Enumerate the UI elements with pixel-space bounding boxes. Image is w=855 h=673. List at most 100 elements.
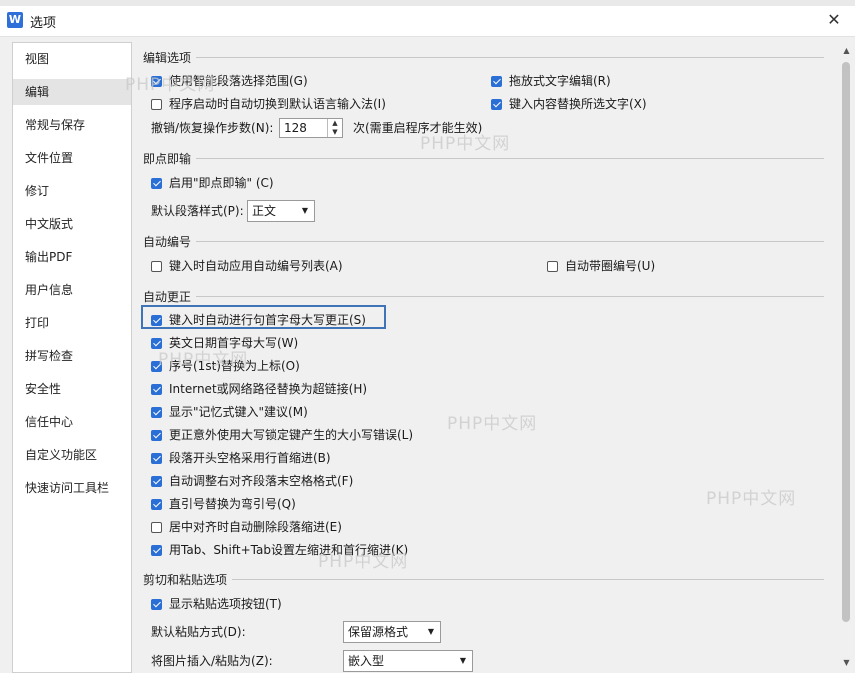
option-label: 显示粘贴选项按钮(T) <box>169 597 282 611</box>
sidebar-item-quick-access-toolbar[interactable]: 快速访问工具栏 <box>13 475 131 501</box>
default-paragraph-style-select[interactable]: 正文 ▼ <box>247 200 315 222</box>
spinner-up-icon[interactable]: ▲ <box>327 119 342 128</box>
checkbox-unchecked[interactable] <box>151 98 162 110</box>
section-divider <box>196 158 824 159</box>
sidebar-item-chinese-layout[interactable]: 中文版式 <box>13 211 131 237</box>
sidebar-item-revision[interactable]: 修订 <box>13 178 131 204</box>
sidebar-item-customize-ribbon[interactable]: 自定义功能区 <box>13 442 131 468</box>
option-smart-paragraph[interactable]: 使用智能段落选择范围(G) <box>151 72 308 90</box>
spinner-down-icon[interactable]: ▼ <box>327 128 342 137</box>
scrollbar-thumb[interactable] <box>842 62 850 622</box>
sidebar-item-trust-center[interactable]: 信任中心 <box>13 409 131 435</box>
autocorrect-option[interactable]: 段落开头空格采用行首缩进(B) <box>151 449 331 467</box>
option-label: 自动带圈编号(U) <box>565 259 656 273</box>
checkbox-unchecked[interactable] <box>151 260 162 272</box>
watermark: PHP中文网 <box>706 489 797 509</box>
section-title-auto-numbering: 自动编号 <box>143 235 192 249</box>
section-divider <box>196 57 824 58</box>
option-label: 序号(1st)替换为上标(O) <box>169 359 300 373</box>
scroll-up-icon[interactable]: ▲ <box>838 42 855 59</box>
select-value: 保留源格式 <box>348 625 409 639</box>
section-title-click-and-type: 即点即输 <box>143 152 192 166</box>
default-paste-select[interactable]: 保留源格式 ▼ <box>343 621 441 643</box>
option-label: 英文日期首字母大写(W) <box>169 336 299 350</box>
scroll-down-icon[interactable]: ▼ <box>838 654 855 671</box>
sidebar-item-view[interactable]: 视图 <box>13 46 131 72</box>
window-title: 选项 <box>30 16 57 31</box>
autocorrect-option[interactable]: Internet或网络路径替换为超链接(H) <box>151 380 367 398</box>
undo-steps-spinner[interactable]: 128 ▲ ▼ <box>279 118 343 138</box>
highlight-annotation-box <box>141 305 386 329</box>
autocorrect-option[interactable]: 序号(1st)替换为上标(O) <box>151 357 300 375</box>
sidebar-item-export-pdf[interactable]: 输出PDF <box>13 244 131 270</box>
sidebar-item-general-save[interactable]: 常规与保存 <box>13 112 131 138</box>
title-bar: W 选项 ✕ <box>0 6 855 37</box>
autocorrect-option[interactable]: 更正意外使用大写锁定键产生的大小写错误(L) <box>151 426 413 444</box>
checkbox-unchecked[interactable] <box>151 521 162 533</box>
option-typing-replaces-selection[interactable]: 键入内容替换所选文字(X) <box>491 95 647 113</box>
section-divider <box>196 241 824 242</box>
checkbox-checked[interactable] <box>151 360 162 372</box>
autocorrect-option[interactable]: 显示"记忆式键入"建议(M) <box>151 403 308 421</box>
checkbox-checked[interactable] <box>491 75 502 87</box>
checkbox-checked[interactable] <box>151 544 162 556</box>
autocorrect-option[interactable]: 英文日期首字母大写(W) <box>151 334 298 352</box>
option-label: 键入内容替换所选文字(X) <box>509 97 647 111</box>
sidebar-item-user-info[interactable]: 用户信息 <box>13 277 131 303</box>
option-label: 程序启动时自动切换到默认语言输入法(I) <box>169 97 386 111</box>
option-label: 使用智能段落选择范围(G) <box>169 74 308 88</box>
section-title-cut-and-paste: 剪切和粘贴选项 <box>143 573 228 587</box>
vertical-scrollbar[interactable]: ▲ ▼ <box>838 42 855 671</box>
option-label: 启用"即点即输" (C) <box>169 176 274 190</box>
checkbox-checked[interactable] <box>151 337 162 349</box>
sidebar-item-security[interactable]: 安全性 <box>13 376 131 402</box>
watermark: PHP中文网 <box>447 414 538 434</box>
picture-insert-select[interactable]: 嵌入型 ▼ <box>343 650 473 672</box>
checkbox-unchecked[interactable] <box>547 260 558 272</box>
checkbox-checked[interactable] <box>151 598 162 610</box>
section-divider <box>232 579 824 580</box>
checkbox-checked[interactable] <box>491 98 502 110</box>
options-sidebar: 视图 编辑 常规与保存 文件位置 修订 中文版式 输出PDF 用户信息 打印 拼… <box>12 42 132 673</box>
section-divider <box>196 296 824 297</box>
option-label: 键入时自动应用自动编号列表(A) <box>169 259 343 273</box>
checkbox-checked[interactable] <box>151 429 162 441</box>
chevron-down-icon: ▼ <box>301 206 308 215</box>
option-auto-numbered-list[interactable]: 键入时自动应用自动编号列表(A) <box>151 257 343 275</box>
option-label: 用Tab、Shift+Tab设置左缩进和首行缩进(K) <box>169 543 409 557</box>
option-label: 自动调整右对齐段落末空格格式(F) <box>169 474 354 488</box>
checkbox-checked[interactable] <box>151 406 162 418</box>
undo-steps-value: 128 <box>284 121 307 135</box>
checkbox-checked[interactable] <box>151 177 162 189</box>
autocorrect-option[interactable]: 居中对齐时自动删除段落缩进(E) <box>151 518 342 536</box>
checkbox-checked[interactable] <box>151 383 162 395</box>
checkbox-checked[interactable] <box>151 452 162 464</box>
autocorrect-option[interactable]: 用Tab、Shift+Tab设置左缩进和首行缩进(K) <box>151 541 408 559</box>
undo-steps-label: 撤销/恢复操作步数(N): <box>151 121 274 135</box>
autocorrect-option[interactable]: 直引号替换为弯引号(Q) <box>151 495 296 513</box>
sidebar-item-file-location[interactable]: 文件位置 <box>13 145 131 171</box>
option-enable-click-and-type[interactable]: 启用"即点即输" (C) <box>151 174 274 192</box>
option-show-paste-button[interactable]: 显示粘贴选项按钮(T) <box>151 595 282 613</box>
option-auto-circled-numbering[interactable]: 自动带圈编号(U) <box>547 257 655 275</box>
sidebar-item-spell-check[interactable]: 拼写检查 <box>13 343 131 369</box>
option-label: 显示"记忆式键入"建议(M) <box>169 405 308 419</box>
option-label: 段落开头空格采用行首缩进(B) <box>169 451 331 465</box>
select-value: 正文 <box>252 204 277 218</box>
option-label: 拖放式文字编辑(R) <box>509 74 611 88</box>
checkbox-checked[interactable] <box>151 75 162 87</box>
option-label: Internet或网络路径替换为超链接(H) <box>169 382 368 396</box>
option-auto-switch-language[interactable]: 程序启动时自动切换到默认语言输入法(I) <box>151 95 386 113</box>
default-paragraph-style-label: 默认段落样式(P): <box>151 204 244 218</box>
autocorrect-option[interactable]: 自动调整右对齐段落末空格格式(F) <box>151 472 353 490</box>
option-label: 直引号替换为弯引号(Q) <box>169 497 296 511</box>
undo-steps-suffix: 次(需重启程序才能生效) <box>353 121 483 135</box>
sidebar-item-edit[interactable]: 编辑 <box>13 79 131 105</box>
checkbox-checked[interactable] <box>151 498 162 510</box>
close-button[interactable]: ✕ <box>823 9 845 31</box>
checkbox-checked[interactable] <box>151 475 162 487</box>
sidebar-item-print[interactable]: 打印 <box>13 310 131 336</box>
chevron-down-icon: ▼ <box>459 656 466 665</box>
option-drag-text[interactable]: 拖放式文字编辑(R) <box>491 72 611 90</box>
section-title-autocorrect: 自动更正 <box>143 290 192 304</box>
